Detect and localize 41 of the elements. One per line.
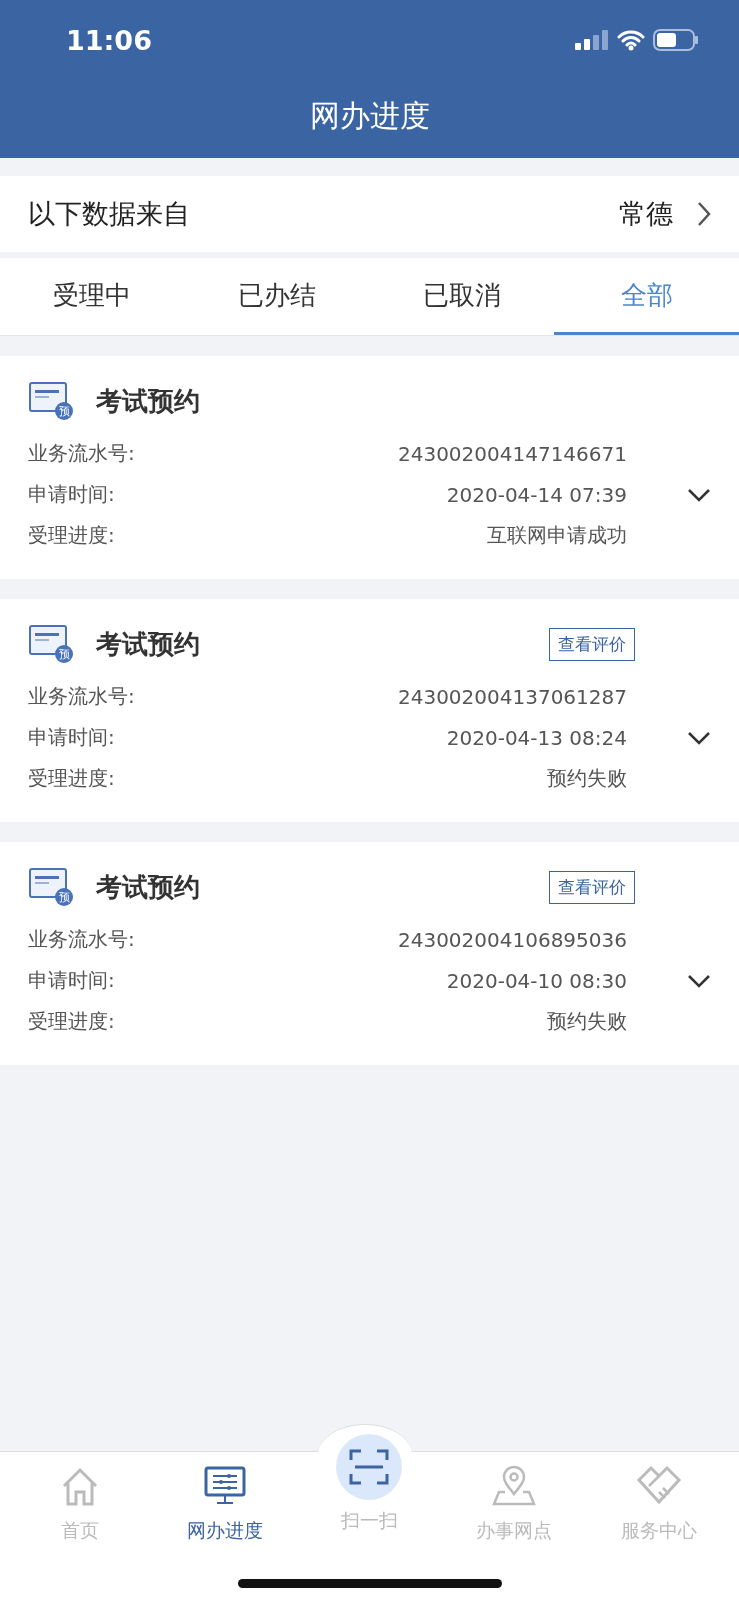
nav-tab[interactable]: 网办进度 [152,1452,298,1600]
field-label: 申请时间: [28,724,115,751]
chevron-right-icon[interactable] [697,201,711,227]
chevron-down-icon[interactable] [687,973,711,988]
field-label: 受理进度: [28,765,115,792]
field-value: 243002004147146671 [397,441,627,466]
filter-tab[interactable]: 已取消 [369,258,555,335]
view-review-button[interactable]: 查看评价 [549,627,635,661]
field-value: 2020-04-13 08:24 [446,725,627,750]
field-label: 业务流水号: [28,683,135,710]
field-value: 预约失败 [547,1008,627,1035]
location-pin-icon [491,1464,538,1508]
field-value: 互联网申请成功 [487,522,627,549]
field-value: 2020-04-14 07:39 [446,482,627,507]
view-review-button[interactable]: 查看评价 [549,870,635,904]
field-label: 申请时间: [28,481,115,508]
field-value: 2020-04-10 08:30 [446,968,627,993]
field-label: 申请时间: [28,967,115,994]
battery-icon [653,29,699,51]
record-title: 考试预约 [96,384,201,418]
chevron-down-icon[interactable] [687,730,711,745]
field-label: 受理进度: [28,1008,115,1035]
field-label: 受理进度: [28,522,115,549]
field-label: 业务流水号: [28,926,135,953]
field-value: 预约失败 [547,765,627,792]
filter-tab[interactable]: 受理中 [0,258,185,335]
chevron-down-icon[interactable] [687,487,711,502]
scan-icon [349,1448,390,1486]
record-title: 考试预约 [96,627,201,661]
region-value[interactable]: 常德 [619,196,673,232]
record-title: 考试预约 [96,870,201,904]
filter-tab[interactable]: 已办结 [184,258,370,335]
page-title: 网办进度 [308,97,431,135]
filter-tab[interactable]: 全部 [554,258,739,335]
region-label: 以下数据来自 [28,197,190,231]
status-time: 11:06 [66,24,152,56]
field-value: 243002004137061287 [397,684,627,709]
signal-icon [575,30,609,50]
field-value: 243002004106895036 [397,927,627,952]
field-label: 业务流水号: [28,440,135,467]
wifi-icon [617,29,645,51]
